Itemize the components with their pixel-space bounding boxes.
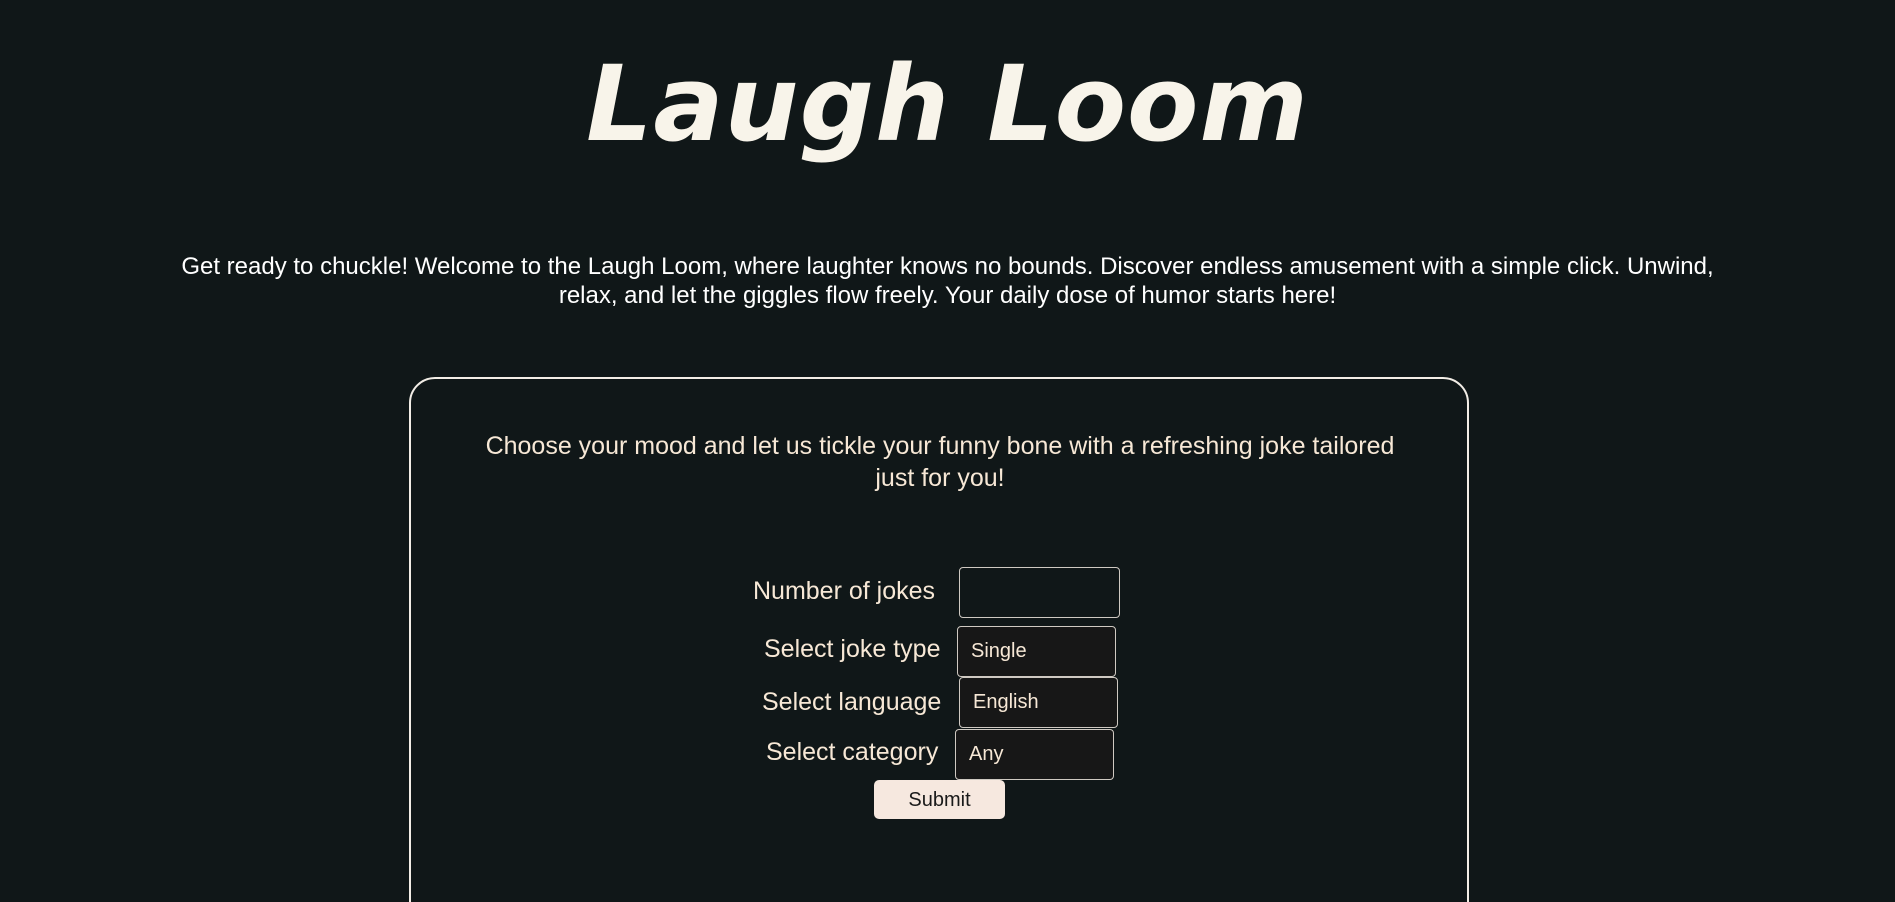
jokes-count-label: Number of jokes: [753, 577, 936, 605]
category-select[interactable]: Any: [955, 729, 1114, 780]
category-label: Select category: [766, 738, 939, 766]
joke-type-selected-value: Single: [971, 640, 1027, 662]
jokes-count-input[interactable]: [959, 567, 1120, 618]
language-select[interactable]: English: [959, 677, 1118, 728]
joke-type-select[interactable]: Single: [957, 626, 1116, 677]
site-title: Laugh Loom: [586, 43, 1309, 165]
intro-text: Get ready to chuckle! Welcome to the Lau…: [181, 253, 1714, 309]
language-label: Select language: [762, 688, 942, 716]
category-selected-value: Any: [969, 743, 1004, 765]
joke-type-label: Select joke type: [764, 635, 941, 663]
card-subtitle: Choose your mood and let us tickle your …: [485, 432, 1395, 492]
submit-button[interactable]: Submit: [874, 780, 1005, 819]
page: Laugh Loom Get ready to chuckle! Welcome…: [0, 0, 1895, 902]
language-selected-value: English: [973, 691, 1039, 713]
